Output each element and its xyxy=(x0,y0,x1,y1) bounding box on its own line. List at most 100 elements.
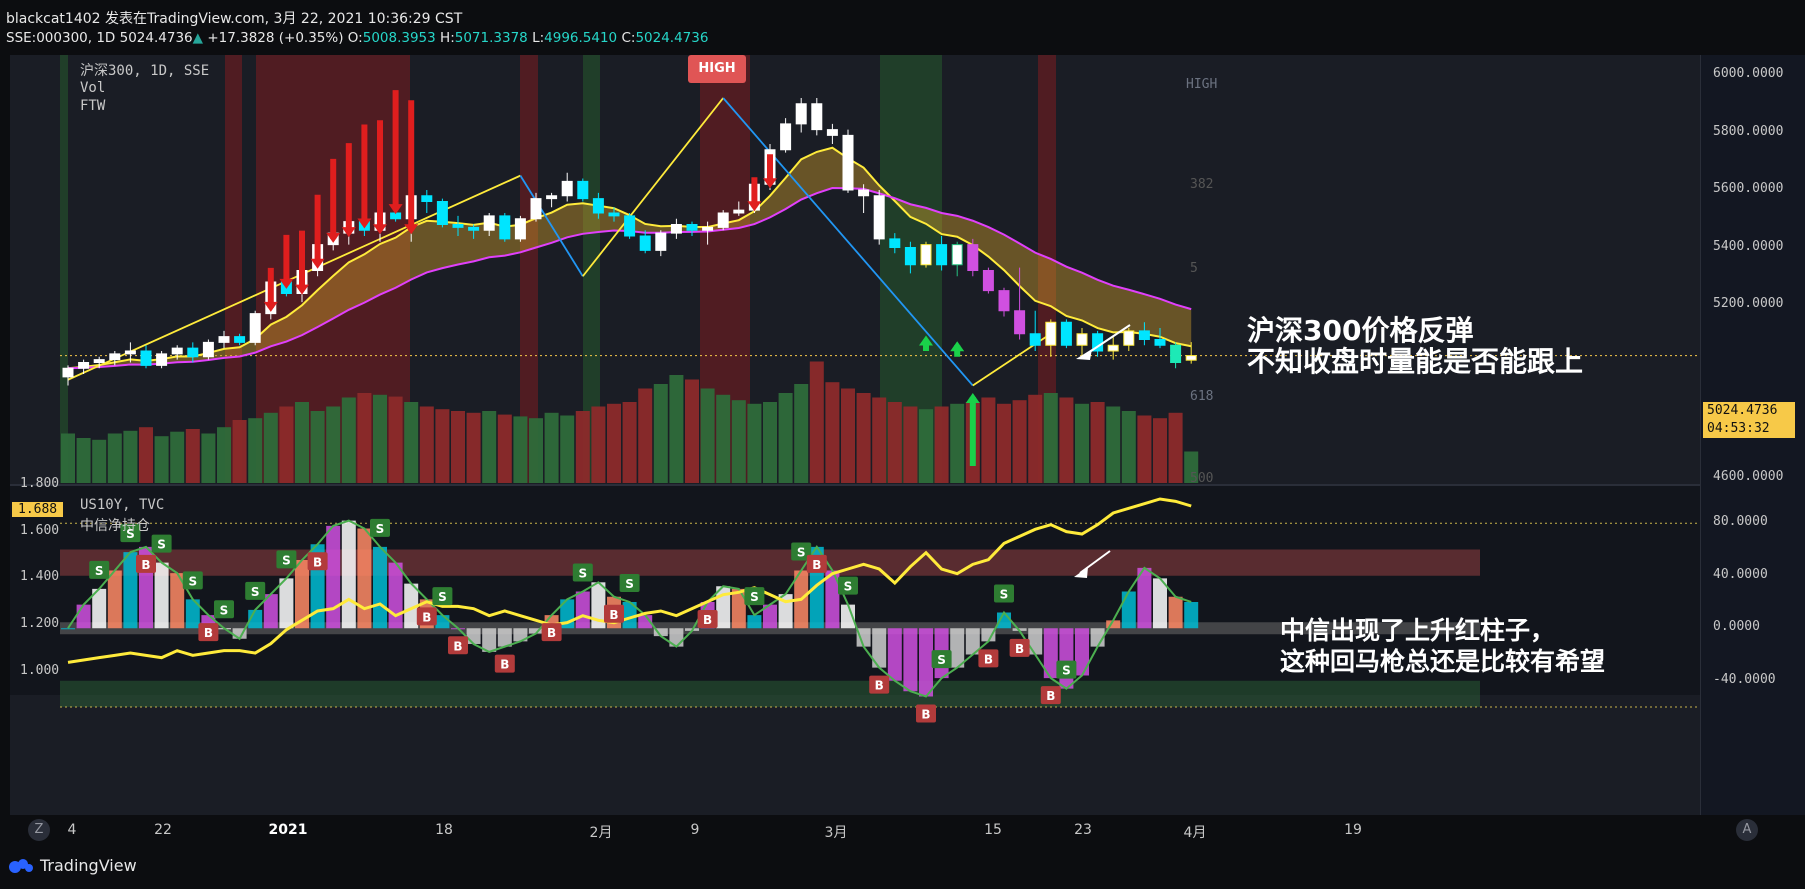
sell-signal-letter: S xyxy=(625,577,634,591)
volume-bar xyxy=(700,388,715,483)
tradingview-logo[interactable]: TradingView xyxy=(8,856,137,875)
volume-bar xyxy=(841,388,855,483)
volume-bar xyxy=(638,388,653,483)
open-value: 5008.3953 xyxy=(362,30,436,46)
sub-right-tick: 80.0000 xyxy=(1713,514,1768,530)
volume-bar xyxy=(1168,412,1183,483)
volume-bar xyxy=(1137,415,1152,483)
sell-signal-letter: S xyxy=(937,653,946,667)
volume-bar xyxy=(435,409,450,483)
candle-body xyxy=(140,350,152,366)
chart-svg[interactable]: SSSSSSSSSSSSSSSSSBBBBBBBB BBBBBBB xyxy=(10,55,1700,815)
price-tick: 5800.0000 xyxy=(1713,123,1784,139)
candle-body xyxy=(624,215,636,237)
candle-body xyxy=(717,212,729,228)
volume-bar xyxy=(295,402,309,483)
zx-bar xyxy=(388,562,403,629)
candle-body xyxy=(109,353,121,361)
sell-arrow xyxy=(392,90,399,211)
buy-signal-letter: B xyxy=(609,608,618,622)
zx-bar xyxy=(1121,591,1136,629)
sub-left-tick: 1.200 xyxy=(20,616,60,631)
volume-bar xyxy=(809,361,824,483)
zone-band xyxy=(60,55,68,483)
buy-signal-letter: B xyxy=(500,658,509,672)
sell-signal-letter: S xyxy=(157,538,166,552)
candle-body xyxy=(1185,355,1197,361)
candle-body xyxy=(234,336,246,343)
legend-vol: Vol xyxy=(80,80,106,96)
candle-body xyxy=(733,209,745,214)
last-price-tag-value: 5024.4736 xyxy=(1707,403,1778,418)
volume-bar xyxy=(217,427,231,483)
time-axis[interactable]: Z 4 22 2021 18 2月 9 3月 15 23 4月 19 A xyxy=(10,815,1805,845)
sub-right-tick: -40.0000 xyxy=(1713,671,1776,687)
zx-bar xyxy=(1059,628,1074,689)
volume-bar xyxy=(279,406,294,483)
candle-body xyxy=(93,359,105,363)
candle-body xyxy=(1029,333,1041,346)
candle-body xyxy=(780,123,792,151)
buy-signal-letter: B xyxy=(1046,689,1055,703)
volume-bar xyxy=(357,393,372,483)
volume-bar xyxy=(1028,394,1043,483)
volume-bar xyxy=(856,393,871,483)
sell-signal-letter: S xyxy=(844,580,853,594)
candle-body xyxy=(873,195,885,240)
candle-body xyxy=(904,247,916,266)
volume-bar xyxy=(263,412,278,483)
high-badge: HIGH xyxy=(688,55,746,83)
price-axis[interactable]: 6000.0000 5800.0000 5600.0000 5400.0000 5200… xyxy=(1700,55,1805,815)
candle-body xyxy=(78,362,90,369)
low-label: L: xyxy=(532,30,545,46)
annotation-bottom-line2: 这种回马枪总还是比较有希望 xyxy=(1280,647,1606,676)
candle-body xyxy=(592,198,604,214)
time-tick: 2月 xyxy=(589,825,613,841)
candle-body xyxy=(1014,310,1026,335)
buy-signal-letter: B xyxy=(984,652,993,666)
high-value: 5071.3378 xyxy=(454,30,528,46)
sell-arrow xyxy=(283,234,290,285)
legend-ftw: FTW xyxy=(80,98,106,114)
buy-signal-letter: B xyxy=(547,626,556,640)
sub-left-tick: 1.000 xyxy=(20,662,60,678)
volume-bar xyxy=(154,436,169,483)
legend-main: 沪深300, 1D, SSE xyxy=(80,63,210,79)
low-value: 4996.5410 xyxy=(544,30,618,46)
zoom-button[interactable]: Z xyxy=(28,819,50,841)
zone-band xyxy=(225,55,242,483)
candle-body xyxy=(936,244,948,266)
buy-signal-letter: B xyxy=(1015,642,1024,656)
volume-bar xyxy=(482,411,497,483)
sub-left-tick: 1.400 xyxy=(20,569,60,585)
zx-bar xyxy=(373,546,387,629)
candle-body xyxy=(670,224,682,234)
zx-bar xyxy=(435,615,450,629)
time-tick: 3月 xyxy=(824,825,848,841)
candle-body xyxy=(499,215,511,240)
time-tick: 15 xyxy=(984,822,1002,838)
volume-bar xyxy=(731,400,746,483)
chart-canvas[interactable]: SSSSSSSSSSSSSSSSSBBBBBBBBBBBBBBB 沪深300, … xyxy=(10,55,1700,815)
volume-bar xyxy=(76,438,91,483)
zx-bar xyxy=(731,588,746,629)
candle-body xyxy=(171,347,183,355)
volume-bar xyxy=(123,430,138,483)
volume-bar xyxy=(497,414,512,483)
time-tick: 18 xyxy=(435,822,453,838)
fib-382-label: 382 xyxy=(1190,177,1214,192)
zx-bar xyxy=(747,615,762,629)
candle-body xyxy=(546,195,558,200)
brand-name: TradingView xyxy=(40,856,137,875)
volume-bar xyxy=(950,403,965,483)
sell-signal-letter: S xyxy=(578,567,587,581)
price-tick: 6000.0000 xyxy=(1713,66,1784,81)
auto-scale-button[interactable]: A xyxy=(1736,819,1758,841)
buy-signal-letter: B xyxy=(422,610,431,624)
candle-body xyxy=(514,218,526,240)
candle-body xyxy=(826,129,838,136)
sub-left-tick: 1.800 xyxy=(20,476,60,491)
zx-bar xyxy=(123,552,138,629)
volume-bar xyxy=(466,412,481,483)
candle-body xyxy=(1107,344,1119,352)
